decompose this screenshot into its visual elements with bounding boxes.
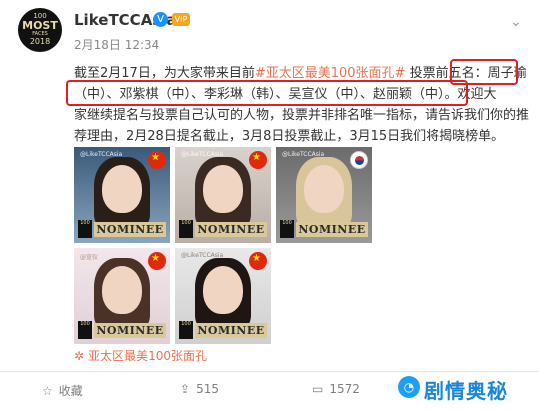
- repost-count: 515: [196, 382, 219, 396]
- photo-watermark: @LikeTCCAsia: [181, 151, 224, 158]
- comment-count: 1572: [329, 382, 360, 396]
- post-text-intro: 截至2月17日，为大家带来目前: [74, 66, 255, 81]
- photo-watermark: @宣仪: [80, 254, 99, 261]
- nominee-label: NOMINEE: [94, 323, 166, 338]
- star-icon: ☆: [42, 384, 53, 398]
- post-header: 100 MOST FACES 2018 LikeTCCAsia V VIP 2月…: [0, 0, 539, 62]
- chevron-down-icon[interactable]: ⌄: [510, 14, 522, 30]
- nominee-photo-3[interactable]: @LikeTCCAsia 100 NOMINEE: [276, 147, 372, 243]
- photo-watermark: @LikeTCCAsia: [282, 151, 325, 158]
- china-flag-icon: [148, 151, 166, 169]
- photo-face: [203, 165, 243, 213]
- vip-icon: VIP: [172, 13, 190, 26]
- photo-face: [102, 165, 142, 213]
- post-text-line-4: 荐理由，2月28日提名截止，3月8日投票截止，3月15日我们将揭晓榜单。: [74, 129, 505, 144]
- brand-watermark: ◔ 剧情奥秘: [394, 373, 539, 407]
- nominee-photo-4[interactable]: @宣仪 100 NOMINEE: [74, 248, 170, 344]
- nominee-photo-2[interactable]: @LikeTCCAsia 100 NOMINEE: [175, 147, 271, 243]
- award-badge-icon: 100: [78, 220, 92, 238]
- nominee-photo-5[interactable]: @LikeTCCAsia 100 NOMINEE: [175, 248, 271, 344]
- nominee-label: NOMINEE: [94, 222, 166, 237]
- nominee-label: NOMINEE: [296, 222, 368, 237]
- verified-icon: V: [153, 12, 168, 27]
- photo-face: [203, 266, 243, 314]
- topic-icon: ✲: [74, 349, 85, 363]
- topic-label: 亚太区最美100张面孔: [88, 349, 207, 363]
- photo-face: [102, 266, 142, 314]
- comment-button[interactable]: ▭ 1572: [312, 382, 360, 396]
- nominee-label: NOMINEE: [195, 323, 267, 338]
- avatar-text-4: 2018: [29, 37, 51, 46]
- avatar[interactable]: 100 MOST FACES 2018: [18, 8, 62, 52]
- hashtag-link[interactable]: #亚太区最美100张面孔#: [255, 66, 406, 81]
- post-timestamp[interactable]: 2月18日 12:34: [74, 36, 159, 53]
- repost-icon: ⇪: [180, 382, 191, 396]
- favorite-button[interactable]: ☆ 收藏: [42, 382, 83, 399]
- award-badge-icon: 100: [280, 220, 294, 238]
- repost-button[interactable]: ⇪ 515: [180, 382, 219, 396]
- award-badge-icon: 100: [78, 321, 92, 339]
- china-flag-icon: [148, 252, 166, 270]
- brand-logo-icon: ◔: [398, 376, 420, 398]
- divider: [0, 371, 539, 372]
- post-text-line-3: 家继续提名与投票自己认可的人物，投票并非排名唯一指标，请告诉我们你的推: [74, 108, 530, 123]
- avatar-text-2: MOST: [22, 19, 58, 32]
- photo-face: [304, 165, 344, 213]
- award-badge-icon: 100: [179, 321, 193, 339]
- topic-link[interactable]: ✲ 亚太区最美100张面孔: [74, 347, 207, 364]
- nominee-label: NOMINEE: [195, 222, 267, 237]
- china-flag-icon: [249, 252, 267, 270]
- highlight-box-bottom: [66, 80, 468, 106]
- brand-name: 剧情奥秘: [424, 379, 508, 403]
- korea-flag-icon: [350, 151, 368, 169]
- china-flag-icon: [249, 151, 267, 169]
- award-badge-icon: 100: [179, 220, 193, 238]
- comment-icon: ▭: [312, 382, 324, 396]
- photo-watermark: @LikeTCCAsia: [181, 252, 224, 259]
- favorite-label: 收藏: [58, 384, 83, 398]
- nominee-photo-1[interactable]: @LikeTCCAsia 100 NOMINEE: [74, 147, 170, 243]
- photo-watermark: @LikeTCCAsia: [80, 151, 123, 158]
